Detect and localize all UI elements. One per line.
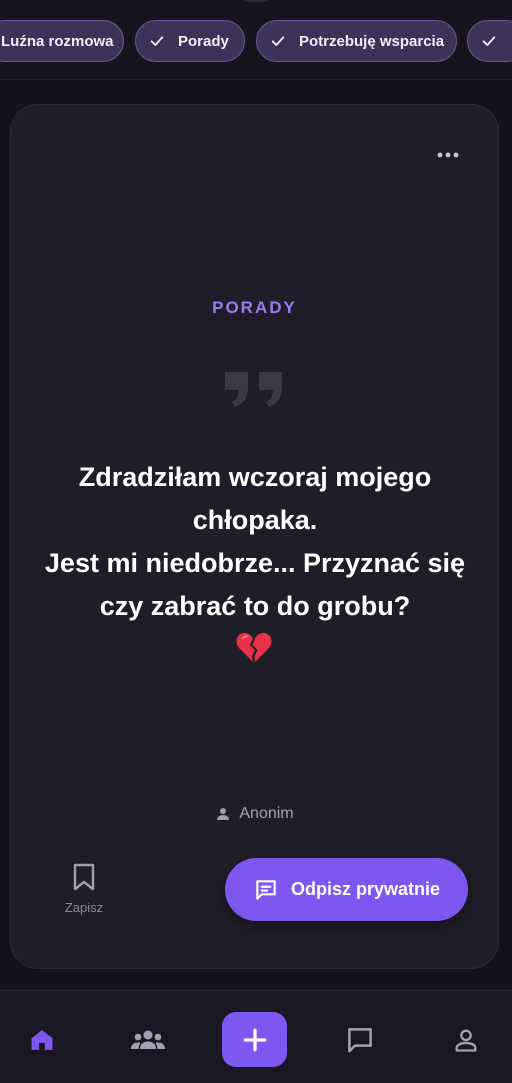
quote-icon (225, 372, 282, 407)
nav-profile[interactable] (448, 1022, 484, 1058)
more-options-button[interactable] (427, 143, 469, 167)
filter-chip-potrzebuje-wsparcia[interactable]: Potrzebuję wsparcia (256, 20, 457, 62)
broken-heart-icon (236, 633, 272, 662)
add-post-button[interactable] (222, 1012, 287, 1067)
add-icon (243, 1028, 266, 1051)
filter-chip-label: Porady (178, 32, 229, 50)
more-horizontal-icon (437, 152, 459, 158)
community-icon (131, 1030, 165, 1049)
check-icon (150, 36, 164, 46)
nav-community[interactable] (130, 1022, 166, 1058)
save-button[interactable]: Zapisz (52, 862, 116, 915)
post-category: PORADY (212, 298, 297, 317)
messages-icon (348, 1028, 372, 1053)
filter-chip-label: Luźna rozmowa (1, 32, 114, 50)
filter-chip-label: Potrzebuję wsparcia (299, 32, 445, 50)
post-text: Zdradziłam wczoraj mojego chłopaka. Jest… (44, 462, 466, 621)
chat-bubble-icon (256, 879, 276, 900)
person-icon (217, 808, 230, 820)
check-icon (271, 36, 285, 46)
reply-privately-button[interactable]: Odpisz prywatnie (225, 858, 468, 921)
filter-chip-luzna-rozmowa[interactable]: Luźna rozmowa (0, 20, 124, 62)
nav-home[interactable] (24, 1022, 60, 1058)
post-author: Anonim (10, 805, 499, 823)
camera-notch (234, 0, 278, 2)
filter-chip-porady[interactable]: Porady (135, 20, 245, 62)
check-icon (482, 36, 496, 46)
nav-messages[interactable] (342, 1022, 378, 1058)
filter-chip-partial[interactable] (467, 20, 512, 62)
home-icon (31, 1030, 53, 1050)
save-label: Zapisz (64, 900, 104, 915)
profile-icon (455, 1029, 477, 1052)
reply-label: Odpisz prywatnie (290, 879, 441, 899)
bookmark-icon (73, 863, 95, 891)
author-name: Anonim (239, 805, 294, 822)
